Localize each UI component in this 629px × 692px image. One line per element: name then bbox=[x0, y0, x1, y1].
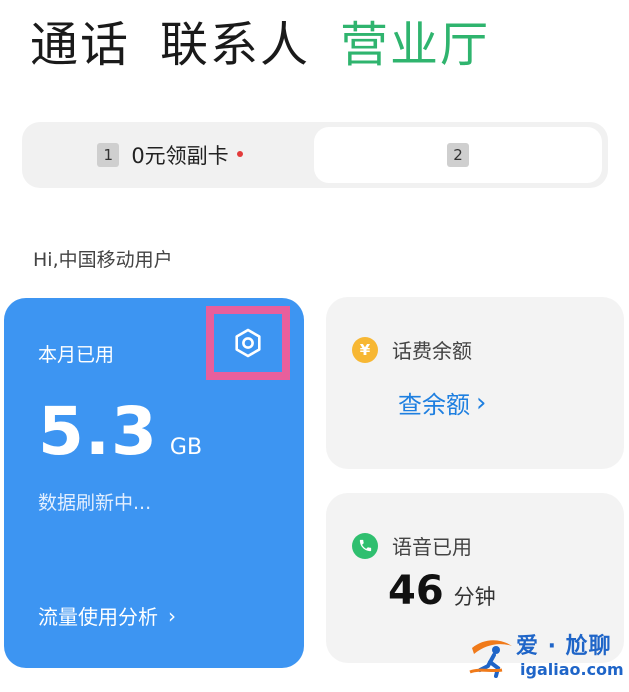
voice-usage-value: 46 分钟 bbox=[388, 568, 496, 614]
watermark-url: igaliao.com bbox=[520, 660, 624, 679]
data-usage-number: 5.3 bbox=[38, 393, 158, 470]
watermark: 爱 · 尬聊 igaliao.com bbox=[466, 626, 626, 686]
check-balance-label: 查余额 bbox=[398, 391, 470, 419]
sim-1-label: 0元领副卡 bbox=[131, 144, 229, 168]
settings-icon bbox=[235, 328, 261, 358]
tab-calls[interactable]: 通话 bbox=[30, 12, 130, 78]
voice-usage-unit: 分钟 bbox=[453, 585, 496, 609]
voice-card-title: 语音已用 bbox=[392, 535, 472, 559]
sim-1-number-icon: 1 bbox=[97, 143, 120, 167]
data-usage-unit: GB bbox=[169, 435, 203, 460]
yuan-coin-icon: ¥ bbox=[352, 336, 378, 363]
voice-usage-number: 46 bbox=[388, 568, 444, 614]
data-usage-analysis-link[interactable]: 流量使用分析 › bbox=[38, 601, 176, 630]
chevron-right-icon: › bbox=[476, 387, 487, 418]
data-refresh-status: 数据刷新中... bbox=[38, 492, 152, 514]
sim-2-number-icon: 2 bbox=[447, 143, 469, 167]
top-tabs: 通话 联系人 营业厅 bbox=[30, 12, 490, 78]
watermark-text: 爱 · 尬聊 bbox=[516, 634, 612, 659]
balance-card-header: ¥ 话费余额 bbox=[352, 335, 472, 364]
balance-card[interactable]: ¥ 话费余额 查余额 › bbox=[326, 297, 624, 469]
chevron-right-icon: › bbox=[168, 603, 176, 628]
notification-dot bbox=[236, 151, 243, 157]
balance-card-title: 话费余额 bbox=[392, 339, 472, 363]
voice-card-header: 语音已用 bbox=[352, 531, 472, 560]
data-usage-analysis-label: 流量使用分析 bbox=[38, 605, 158, 629]
data-usage-value: 5.3 GB bbox=[38, 394, 202, 470]
sim-2-tab[interactable]: 2 bbox=[314, 127, 602, 183]
data-usage-card[interactable]: 本月已用 5.3 GB 数据刷新中... 流量使用分析 › bbox=[4, 298, 304, 668]
tab-contacts[interactable]: 联系人 bbox=[160, 12, 310, 78]
runner-logo-icon bbox=[469, 640, 512, 678]
settings-button[interactable] bbox=[206, 306, 290, 380]
sim-selector: 1 0元领副卡 2 bbox=[22, 122, 608, 188]
tab-service-hall[interactable]: 营业厅 bbox=[340, 12, 490, 78]
data-card-title: 本月已用 bbox=[38, 344, 115, 366]
sim-1-tab[interactable]: 1 0元领副卡 bbox=[28, 127, 312, 183]
check-balance-link[interactable]: 查余额 › bbox=[398, 385, 486, 420]
phone-icon bbox=[352, 532, 378, 559]
greeting-text: Hi,中国移动用户 bbox=[33, 249, 173, 271]
